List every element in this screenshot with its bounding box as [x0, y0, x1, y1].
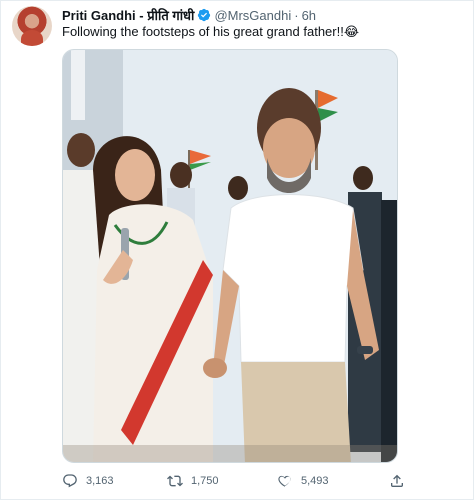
- tweet-header: Priti Gandhi - प्रीति गांधी @MrsGandhi ·…: [62, 6, 316, 24]
- share-button[interactable]: [389, 473, 413, 489]
- tweet-text: Following the footsteps of his great gra…: [62, 24, 360, 39]
- share-icon: [391, 474, 403, 487]
- separator-dot: ·: [294, 7, 299, 23]
- reply-count: 3,163: [86, 475, 114, 487]
- tweet-actions: 3,163 1,750 5,493: [62, 471, 403, 491]
- like-button[interactable]: 5,493: [277, 473, 329, 489]
- verified-badge-icon: [197, 8, 211, 22]
- tweet-photo[interactable]: [62, 49, 398, 463]
- like-count: 5,493: [301, 475, 329, 487]
- like-icon: [278, 475, 291, 487]
- author-handle[interactable]: @MrsGandhi: [214, 8, 291, 23]
- photo-illustration: [63, 50, 397, 462]
- tweet-timestamp[interactable]: 6h: [302, 8, 316, 23]
- reply-icon: [63, 474, 77, 488]
- tweet-card[interactable]: Priti Gandhi - प्रीति गांधी @MrsGandhi ·…: [0, 0, 474, 500]
- avatar[interactable]: [12, 6, 52, 46]
- retweet-count: 1,750: [191, 475, 219, 487]
- retweet-icon: [167, 475, 183, 487]
- author-display-name[interactable]: Priti Gandhi - प्रीति गांधी: [62, 6, 194, 24]
- reply-button[interactable]: 3,163: [62, 473, 114, 489]
- retweet-button[interactable]: 1,750: [167, 473, 219, 489]
